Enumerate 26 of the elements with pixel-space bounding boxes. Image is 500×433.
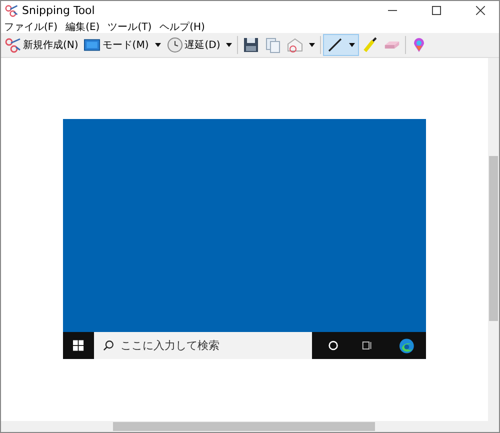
highlighter-icon [362,37,378,53]
menu-item[interactable]: ヘルプ(H) [160,20,205,34]
circle-icon[interactable] [328,340,338,351]
menu-item[interactable]: ファイル(F) [4,20,58,34]
scissors-icon [5,4,19,18]
task-view-icon[interactable] [362,340,373,351]
windows-icon[interactable] [73,340,84,351]
scissors-icon [5,37,21,53]
new-button[interactable]: 新規作成(N) [2,34,82,56]
mode-button[interactable]: モード(M) [81,34,164,56]
scrollbar-thumb[interactable] [489,156,498,321]
rectangle-icon [84,37,100,53]
close-icon[interactable] [476,6,485,15]
scrollbar-thumb[interactable] [113,422,375,431]
delay-button[interactable]: 遅延(D) [164,34,236,56]
pen-icon [327,37,344,53]
copy-icon [265,37,282,53]
pen-button[interactable] [323,34,360,56]
search-icon [102,340,114,351]
window-title: Snipping Tool [22,4,95,17]
search-field[interactable]: ここに入力して検索 [94,332,312,359]
browser-icon[interactable] [398,338,414,354]
menu-item[interactable]: 編集(E) [66,20,100,34]
clock-icon [166,37,183,53]
maximize-icon[interactable] [432,6,441,15]
menu-item[interactable]: ツール(T) [108,20,152,34]
